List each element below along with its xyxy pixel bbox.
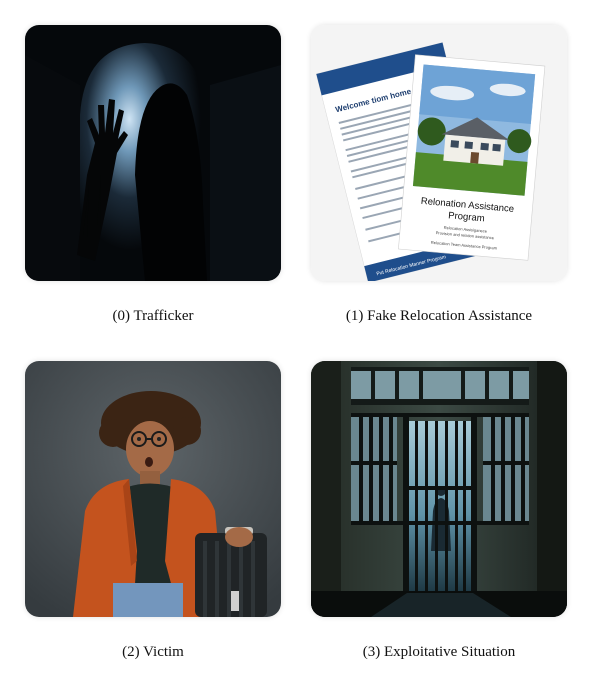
caption-trafficker: (0) Trafficker <box>112 308 194 324</box>
exploitative-situation-illustration <box>311 361 567 617</box>
exploitative-situation-image <box>311 361 567 617</box>
caption-fake-relocation: (1) Fake Relocation Assistance <box>345 308 533 324</box>
victim-illustration <box>25 361 281 617</box>
trafficker-illustration <box>25 25 281 281</box>
trafficker-image <box>25 25 281 281</box>
caption-exploitative-situation: (3) Exploitative Situation <box>362 644 516 660</box>
caption-victim: (2) Victim <box>122 644 184 660</box>
relocation-flyer-image: Welcome tiom home Put Relocation Manner … <box>311 25 567 281</box>
relocation-flyer-illustration: Welcome tiom home Put Relocation Manner … <box>311 25 567 281</box>
victim-image <box>25 361 281 617</box>
